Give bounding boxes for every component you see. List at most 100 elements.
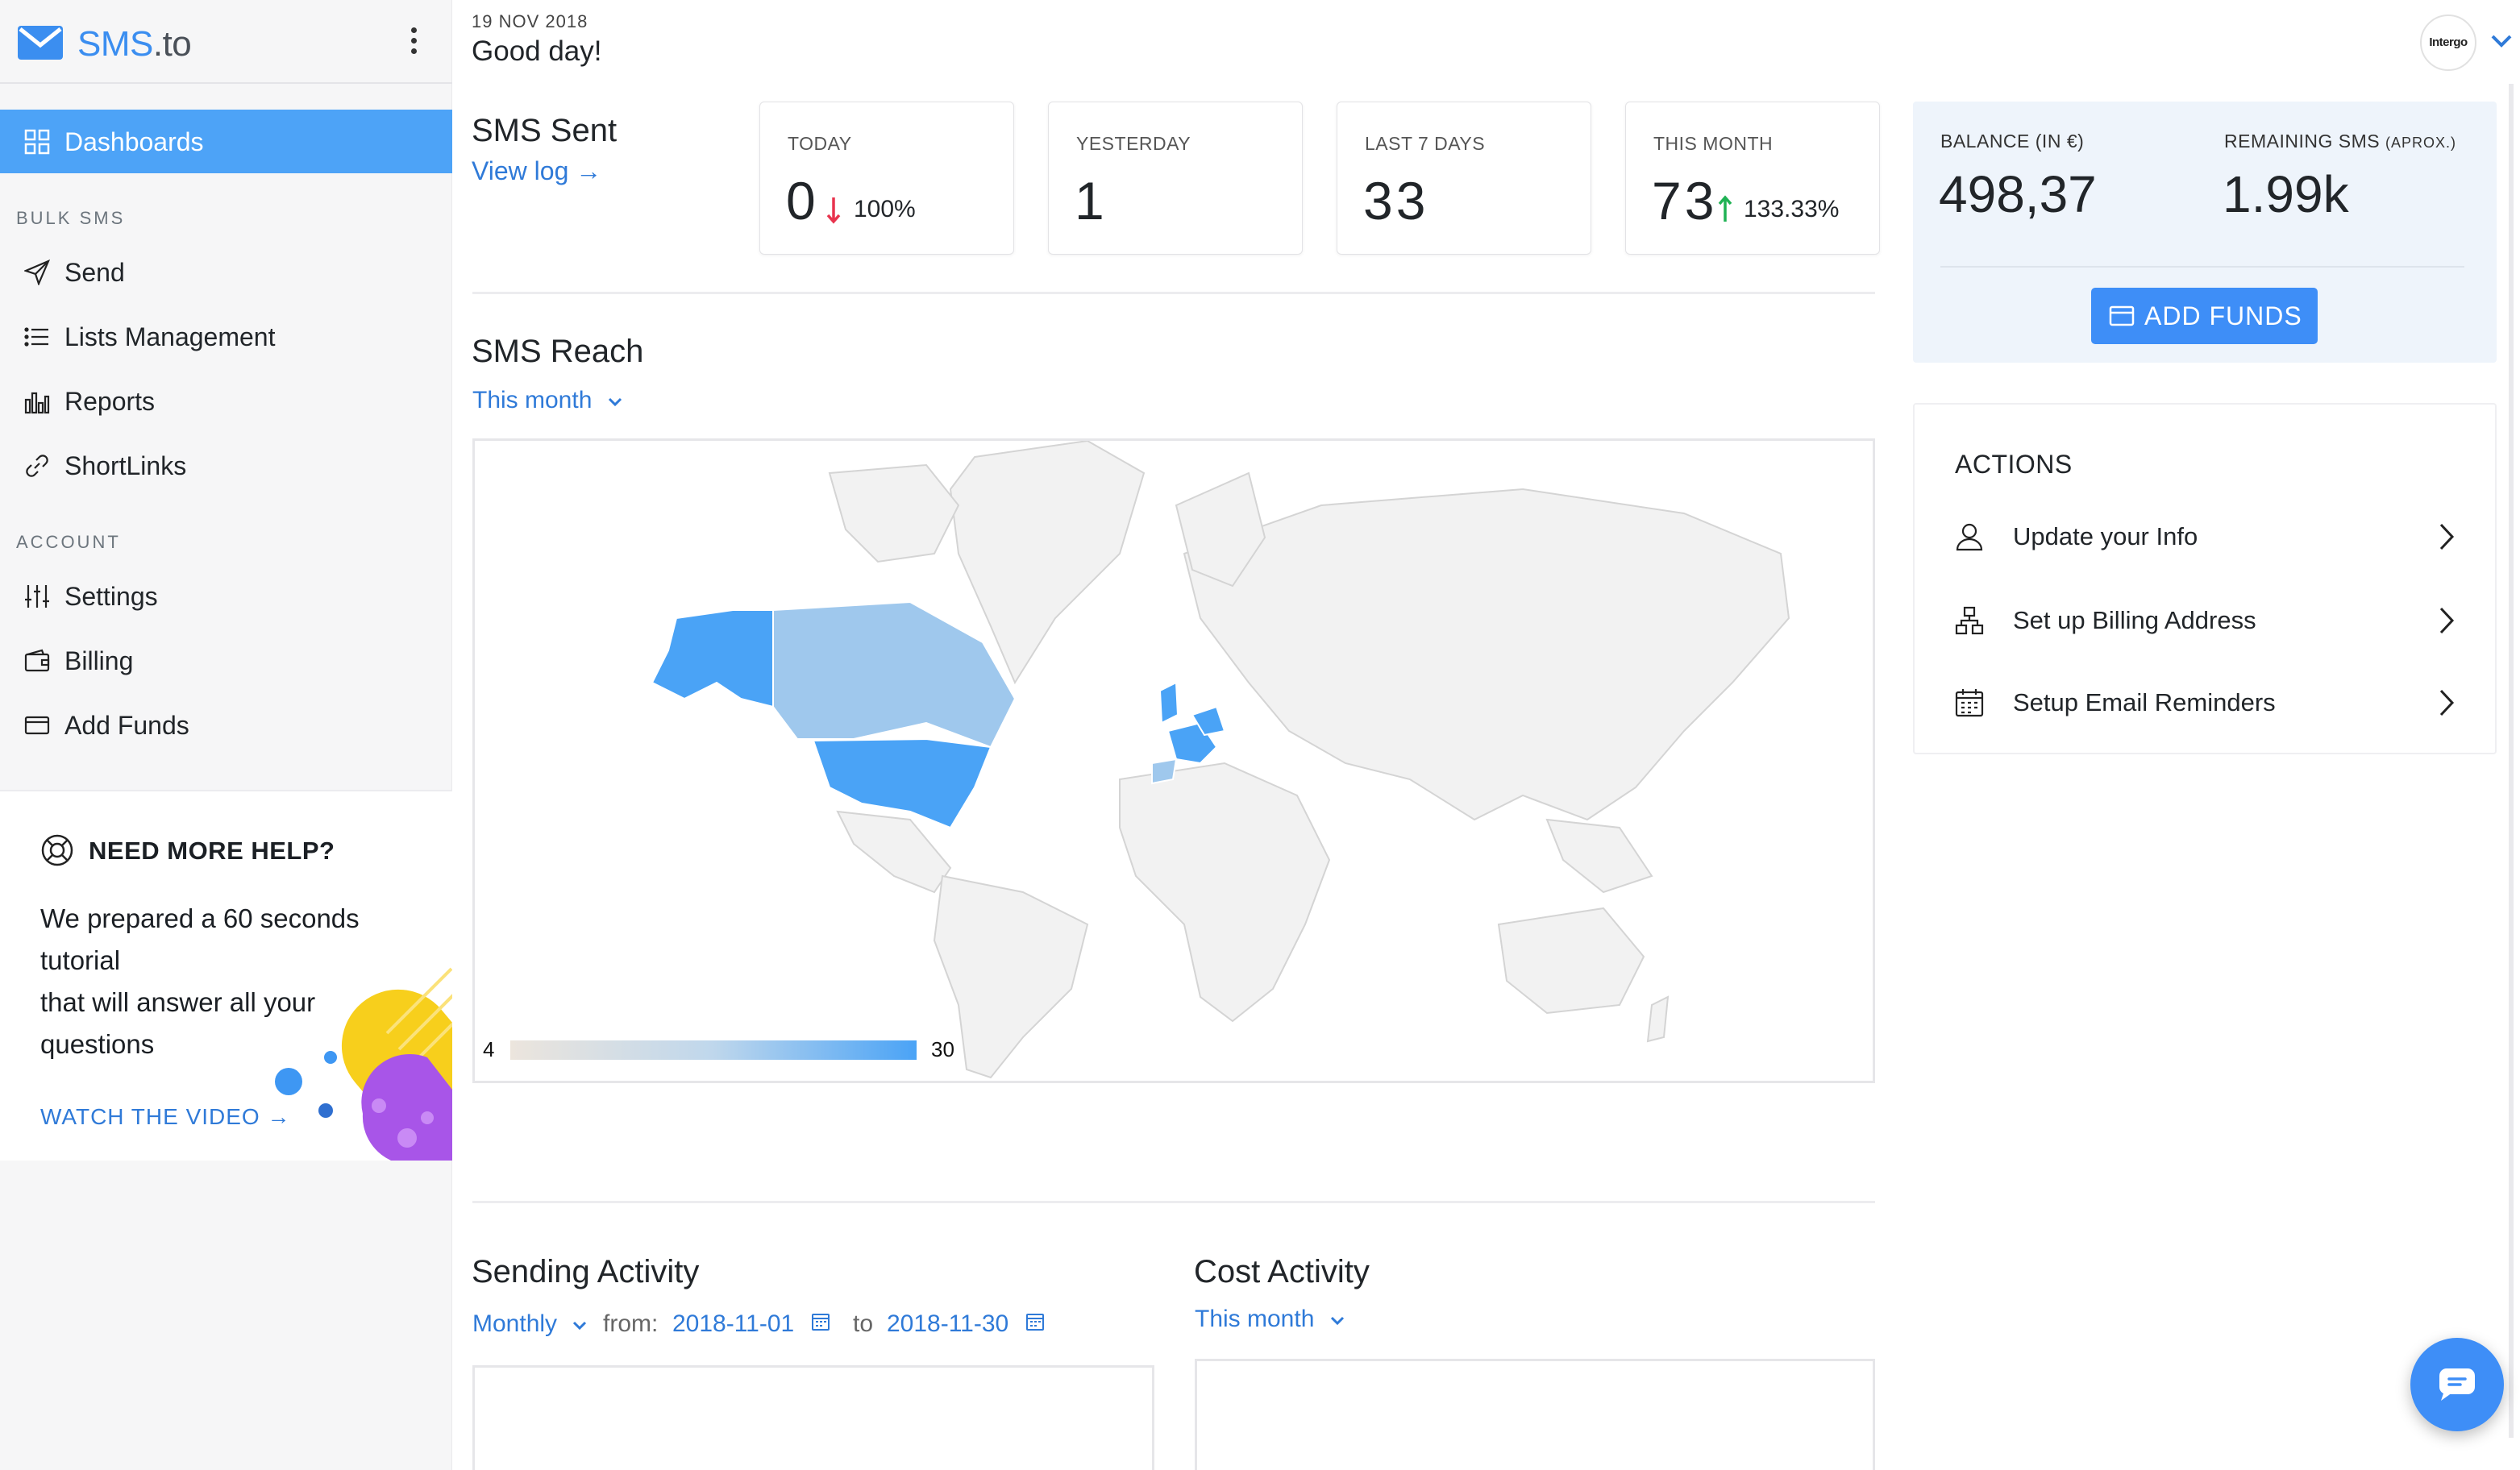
- stat-card-yesterday: YESTERDAY 1: [1048, 102, 1303, 255]
- arrow-down-icon: [826, 197, 841, 224]
- chevron-right-icon: [2439, 689, 2455, 716]
- sidebar-item-add-funds[interactable]: Add Funds: [0, 701, 452, 750]
- more-menu-icon[interactable]: [408, 27, 419, 60]
- region-eurasia: [1183, 488, 1790, 821]
- world-map-chart[interactable]: 4 30: [472, 438, 1875, 1083]
- region-iberia: [1151, 758, 1178, 785]
- view-log-link[interactable]: View log →: [472, 156, 601, 186]
- actions-title: ACTIONS: [1955, 450, 2073, 479]
- sidebar-item-shortlinks[interactable]: ShortLinks: [0, 442, 452, 490]
- balance-value: 498,37: [1939, 165, 2097, 223]
- sidebar-item-billing[interactable]: Billing: [0, 637, 452, 685]
- current-date: 19 NOV 2018: [472, 11, 588, 31]
- action-update-info[interactable]: Update your Info: [1955, 513, 2455, 561]
- action-label: Update your Info: [2013, 522, 2198, 550]
- chevron-down-icon[interactable]: [2491, 34, 2512, 48]
- greeting: Good day!: [472, 35, 602, 67]
- scrollbar[interactable]: [2509, 84, 2514, 1438]
- balance-panel: BALANCE (IN €) 498,37 REMAINING SMS (APR…: [1913, 102, 2497, 363]
- cost-activity-title: Cost Activity: [1194, 1254, 1370, 1289]
- credit-card-icon: [24, 716, 50, 735]
- app-logo[interactable]: SMS.to: [77, 24, 192, 64]
- to-date-input[interactable]: 2018-11-30: [887, 1310, 1045, 1338]
- remaining-sms-value: 1.99k: [2223, 165, 2349, 223]
- region-southeast-asia: [1545, 818, 1653, 894]
- calendar-icon: [1955, 689, 1984, 717]
- chevron-right-icon: [2439, 607, 2455, 634]
- sidebar-item-send[interactable]: Send: [0, 248, 452, 297]
- bar-chart-icon: [24, 392, 50, 414]
- sending-interval-dropdown[interactable]: Monthly: [472, 1310, 588, 1338]
- sidebar-item-lists-management[interactable]: Lists Management: [0, 313, 452, 361]
- chat-bubble-icon: [2439, 1368, 2475, 1401]
- balance-label: BALANCE (IN €): [1940, 131, 2085, 152]
- help-title: NEED MORE HELP?: [89, 837, 335, 865]
- help-illustration: [275, 967, 452, 1161]
- sidebar-item-label: Send: [64, 258, 125, 287]
- stat-value: 1: [1075, 171, 1108, 230]
- action-billing-address[interactable]: Set up Billing Address: [1955, 596, 2455, 645]
- chat-launcher-button[interactable]: [2410, 1338, 2504, 1431]
- stat-value: 33: [1363, 171, 1429, 230]
- sms-reach-title: SMS Reach: [472, 334, 644, 369]
- cost-period-dropdown[interactable]: This month: [1195, 1306, 1345, 1333]
- stat-label: YESTERDAY: [1076, 133, 1191, 154]
- link-icon: [26, 455, 48, 477]
- sidebar-item-label: Settings: [64, 582, 158, 611]
- action-email-reminders[interactable]: Setup Email Reminders: [1955, 679, 2455, 727]
- region-africa: [1119, 762, 1331, 1023]
- divider: [472, 292, 1875, 294]
- paper-plane-icon: [24, 260, 50, 285]
- envelope-logo-icon: [18, 26, 63, 60]
- chevron-down-icon: [1330, 1316, 1344, 1326]
- from-date-input[interactable]: 2018-11-01: [672, 1310, 830, 1338]
- stat-change: 100%: [854, 196, 916, 222]
- sidebar-item-label: Dashboards: [64, 127, 204, 156]
- stat-card-last-7-days: LAST 7 DAYS 33: [1337, 102, 1591, 255]
- calendar-icon: [811, 1314, 830, 1331]
- section-label-account: ACCOUNT: [16, 532, 121, 552]
- action-label: Set up Billing Address: [2013, 606, 2256, 634]
- remaining-sms-label: REMAINING SMS (APROX.): [2224, 131, 2456, 152]
- stat-change: 133.33%: [1744, 196, 1840, 222]
- list-icon: [24, 327, 48, 347]
- grid-icon: [24, 129, 50, 155]
- action-label: Setup Email Reminders: [2013, 688, 2276, 716]
- legend-max: 30: [931, 1037, 954, 1061]
- sms-reach-period-dropdown[interactable]: This month: [472, 387, 623, 414]
- legend-gradient: [510, 1040, 917, 1060]
- sidebar-item-reports[interactable]: Reports: [0, 377, 452, 426]
- region-australia: [1497, 907, 1645, 1015]
- watch-video-link[interactable]: WATCH THE VIDEO →: [40, 1104, 291, 1130]
- region-south-america: [933, 874, 1089, 1079]
- to-label: to: [853, 1310, 874, 1337]
- region-canada: [772, 600, 1017, 749]
- section-label-bulk-sms: BULK SMS: [16, 208, 126, 228]
- sidebar-item-label: Reports: [64, 387, 156, 416]
- sending-activity-chart: [472, 1365, 1154, 1470]
- sidebar-item-label: ShortLinks: [64, 451, 187, 480]
- sidebar-item-dashboards[interactable]: Dashboards: [0, 110, 452, 173]
- sidebar: SMS.to Dashboards BULK SMS Send Lists Ma…: [0, 0, 452, 1470]
- arrow-up-icon: [1718, 195, 1732, 222]
- add-funds-button[interactable]: ADD FUNDS: [2091, 288, 2318, 344]
- region-central-america: [836, 810, 952, 894]
- region-uk: [1158, 681, 1179, 725]
- sidebar-item-settings[interactable]: Settings: [0, 572, 452, 621]
- divider: [472, 1201, 1875, 1203]
- legend-min: 4: [483, 1037, 495, 1061]
- sidebar-item-label: Lists Management: [64, 322, 276, 351]
- sidebar-item-label: Billing: [64, 646, 134, 675]
- sitemap-icon: [1955, 606, 1984, 635]
- stat-value: 0: [786, 171, 819, 230]
- stat-label: THIS MONTH: [1653, 133, 1774, 154]
- from-label: from:: [603, 1310, 659, 1337]
- wallet-icon: [24, 649, 50, 672]
- chevron-down-icon: [608, 397, 622, 407]
- world-map: [651, 441, 1790, 1079]
- chevron-right-icon: [2439, 523, 2455, 550]
- region-new-zealand: [1646, 995, 1670, 1043]
- cost-activity-chart: [1195, 1359, 1875, 1470]
- logo-area: SMS.to: [0, 0, 452, 84]
- account-avatar[interactable]: Intergo: [2420, 15, 2476, 71]
